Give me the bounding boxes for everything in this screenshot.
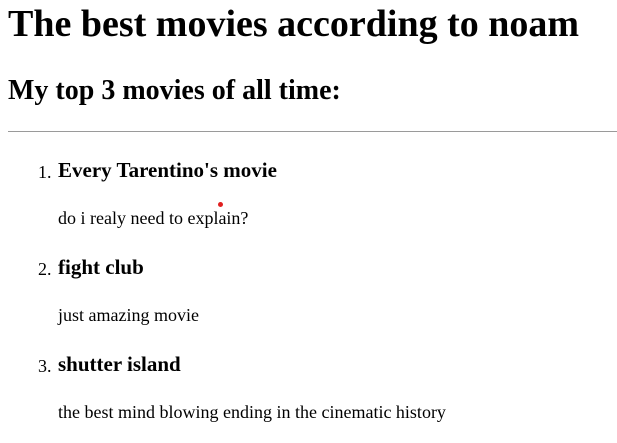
movie-item-1: 1. Every Tarentino's movie do i realy ne…: [8, 150, 608, 247]
movie-title: Every Tarentino's movie: [58, 158, 277, 182]
movie-title: fight club: [58, 255, 144, 279]
divider: [8, 131, 617, 132]
movie-number: 3.: [38, 356, 52, 376]
movie-description: do i realy need to explain?: [58, 208, 249, 228]
mouse-cursor-dot: [218, 202, 223, 207]
movie-item-2: 2. fight club just amazing movie: [8, 247, 608, 344]
movie-number: 2.: [38, 259, 52, 279]
movie-item-3: 3. shutter island the best mind blowing …: [8, 344, 608, 441]
page-title: The best movies according to noam: [8, 3, 580, 45]
page-subtitle: My top 3 movies of all time:: [8, 75, 341, 106]
movie-number: 1.: [38, 162, 52, 182]
movie-title: shutter island: [58, 352, 181, 376]
movie-list: 1. Every Tarentino's movie do i realy ne…: [8, 150, 608, 441]
movie-description: just amazing movie: [58, 305, 199, 325]
movie-description: the best mind blowing ending in the cine…: [58, 402, 446, 422]
